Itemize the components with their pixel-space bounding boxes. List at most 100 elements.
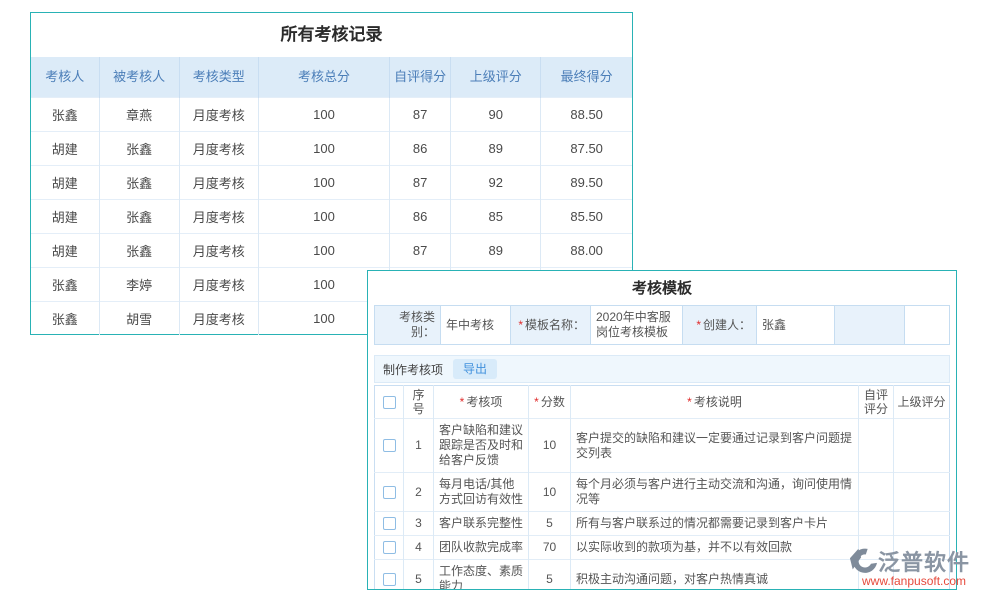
table-row[interactable]: 胡建 张鑫 月度考核 100 86 85 85.50 [31,199,632,233]
empty-label-cell [835,306,905,345]
checkbox-cell [375,560,404,591]
cell: 张鑫 [31,301,99,335]
required-mark: * [518,318,523,332]
cell: 胡建 [31,165,99,199]
category-label: 考核类别： [375,306,441,345]
col-self-score: 自评得分 [390,57,451,97]
select-all-checkbox[interactable] [383,396,396,409]
cell: 张鑫 [31,267,99,301]
checkbox-cell [375,419,404,473]
cell: 胡建 [31,233,99,267]
select-all-cell [375,386,404,419]
item-cell: 每月电话/其他方式回访有效性 [434,473,529,512]
export-button[interactable]: 导出 [453,359,497,379]
cell: 87 [390,233,451,267]
col-assessor: 考核人 [31,57,99,97]
template-name-label: *模板名称： [511,306,591,345]
template-panel: 考核模板 考核类别： 年中考核 *模板名称： 2020年中客服岗位考核模板 *创… [367,270,957,590]
item-row: 3 客户联系完整性 5 所有与客户联系过的情况都需要记录到客户卡片 [375,512,950,536]
item-row: 1 客户缺陷和建议跟踪是否及时和给客户反馈 10 客户提交的缺陷和建议一定要通过… [375,419,950,473]
category-field[interactable]: 年中考核 [441,306,511,345]
checkbox-cell [375,536,404,560]
cell: 87 [390,165,451,199]
desc-cell: 所有与客户联系过的情况都需要记录到客户卡片 [571,512,859,536]
creator-field[interactable]: 张鑫 [757,306,835,345]
cell: 月度考核 [179,131,258,165]
cell: 张鑫 [99,165,179,199]
cell: 月度考核 [179,165,258,199]
cell: 88.50 [541,97,632,131]
col-item: *考核项 [434,386,529,419]
cell: 100 [258,199,389,233]
item-cell: 客户联系完整性 [434,512,529,536]
row-checkbox[interactable] [383,439,396,452]
item-cell: 团队收款完成率 [434,536,529,560]
fanpusoft-logo-icon [848,547,878,575]
col-self-eval: 自评评分 [859,386,894,419]
self-eval-cell [859,419,894,473]
watermark-url: www.fanpusoft.com [862,574,1000,588]
row-checkbox[interactable] [383,517,396,530]
required-mark: * [696,318,701,332]
cell: 张鑫 [99,199,179,233]
cell: 88.00 [541,233,632,267]
cell: 87.50 [541,131,632,165]
row-checkbox[interactable] [383,486,396,499]
cell: 87 [390,97,451,131]
template-name-field[interactable]: 2020年中客服岗位考核模板 [591,306,683,345]
template-form: 考核类别： 年中考核 *模板名称： 2020年中客服岗位考核模板 *创建人： 张… [374,305,950,345]
desc-cell: 以实际收到的款项为基，并不以有效回款 [571,536,859,560]
col-superior-eval: 上级评分 [894,386,950,419]
cell: 89 [451,233,541,267]
row-checkbox[interactable] [383,573,396,586]
col-index: 序号 [404,386,434,419]
checkbox-cell [375,512,404,536]
cell: 胡建 [31,131,99,165]
item-cell: 工作态度、素质能力 [434,560,529,591]
cell: 89 [451,131,541,165]
cell: 张鑫 [99,131,179,165]
row-checkbox[interactable] [383,541,396,554]
cell: 月度考核 [179,267,258,301]
self-eval-cell [859,512,894,536]
cell: 胡雪 [99,301,179,335]
cell: 章燕 [99,97,179,131]
cell: 90 [451,97,541,131]
table-row[interactable]: 胡建 张鑫 月度考核 100 87 89 88.00 [31,233,632,267]
table-row[interactable]: 胡建 张鑫 月度考核 100 86 89 87.50 [31,131,632,165]
index-cell: 5 [404,560,434,591]
col-total: 考核总分 [258,57,389,97]
cell: 85.50 [541,199,632,233]
records-header-row: 考核人 被考核人 考核类型 考核总分 自评得分 上级评分 最终得分 [31,57,632,97]
cell: 85 [451,199,541,233]
cell: 月度考核 [179,233,258,267]
col-score: *分数 [529,386,571,419]
fanpusoft-watermark: 泛普软件 www.fanpusoft.com [848,545,1000,588]
desc-cell: 积极主动沟通问题，对客户热情真诚 [571,560,859,591]
items-section-label: 制作考核项 [383,361,443,378]
score-cell: 5 [529,512,571,536]
cell: 月度考核 [179,301,258,335]
index-cell: 2 [404,473,434,512]
score-cell: 10 [529,473,571,512]
cell: 月度考核 [179,97,258,131]
records-panel-title: 所有考核记录 [31,13,632,57]
table-row[interactable]: 张鑫 章燕 月度考核 100 87 90 88.50 [31,97,632,131]
required-mark: * [460,395,465,409]
desc-cell: 客户提交的缺陷和建议一定要通过记录到客户问题提交列表 [571,419,859,473]
superior-eval-cell [894,512,950,536]
item-row: 2 每月电话/其他方式回访有效性 10 每个月必须与客户进行主动交流和沟通，询问… [375,473,950,512]
required-mark: * [534,395,539,409]
col-type: 考核类型 [179,57,258,97]
checkbox-cell [375,473,404,512]
item-cell: 客户缺陷和建议跟踪是否及时和给客户反馈 [434,419,529,473]
index-cell: 4 [404,536,434,560]
col-superior-score: 上级评分 [451,57,541,97]
table-row[interactable]: 胡建 张鑫 月度考核 100 87 92 89.50 [31,165,632,199]
watermark-brand: 泛普软件 [878,545,970,577]
cell: 李婷 [99,267,179,301]
items-toolbar: 制作考核项 导出 [374,355,950,383]
index-cell: 3 [404,512,434,536]
superior-eval-cell [894,419,950,473]
col-desc: *考核说明 [571,386,859,419]
